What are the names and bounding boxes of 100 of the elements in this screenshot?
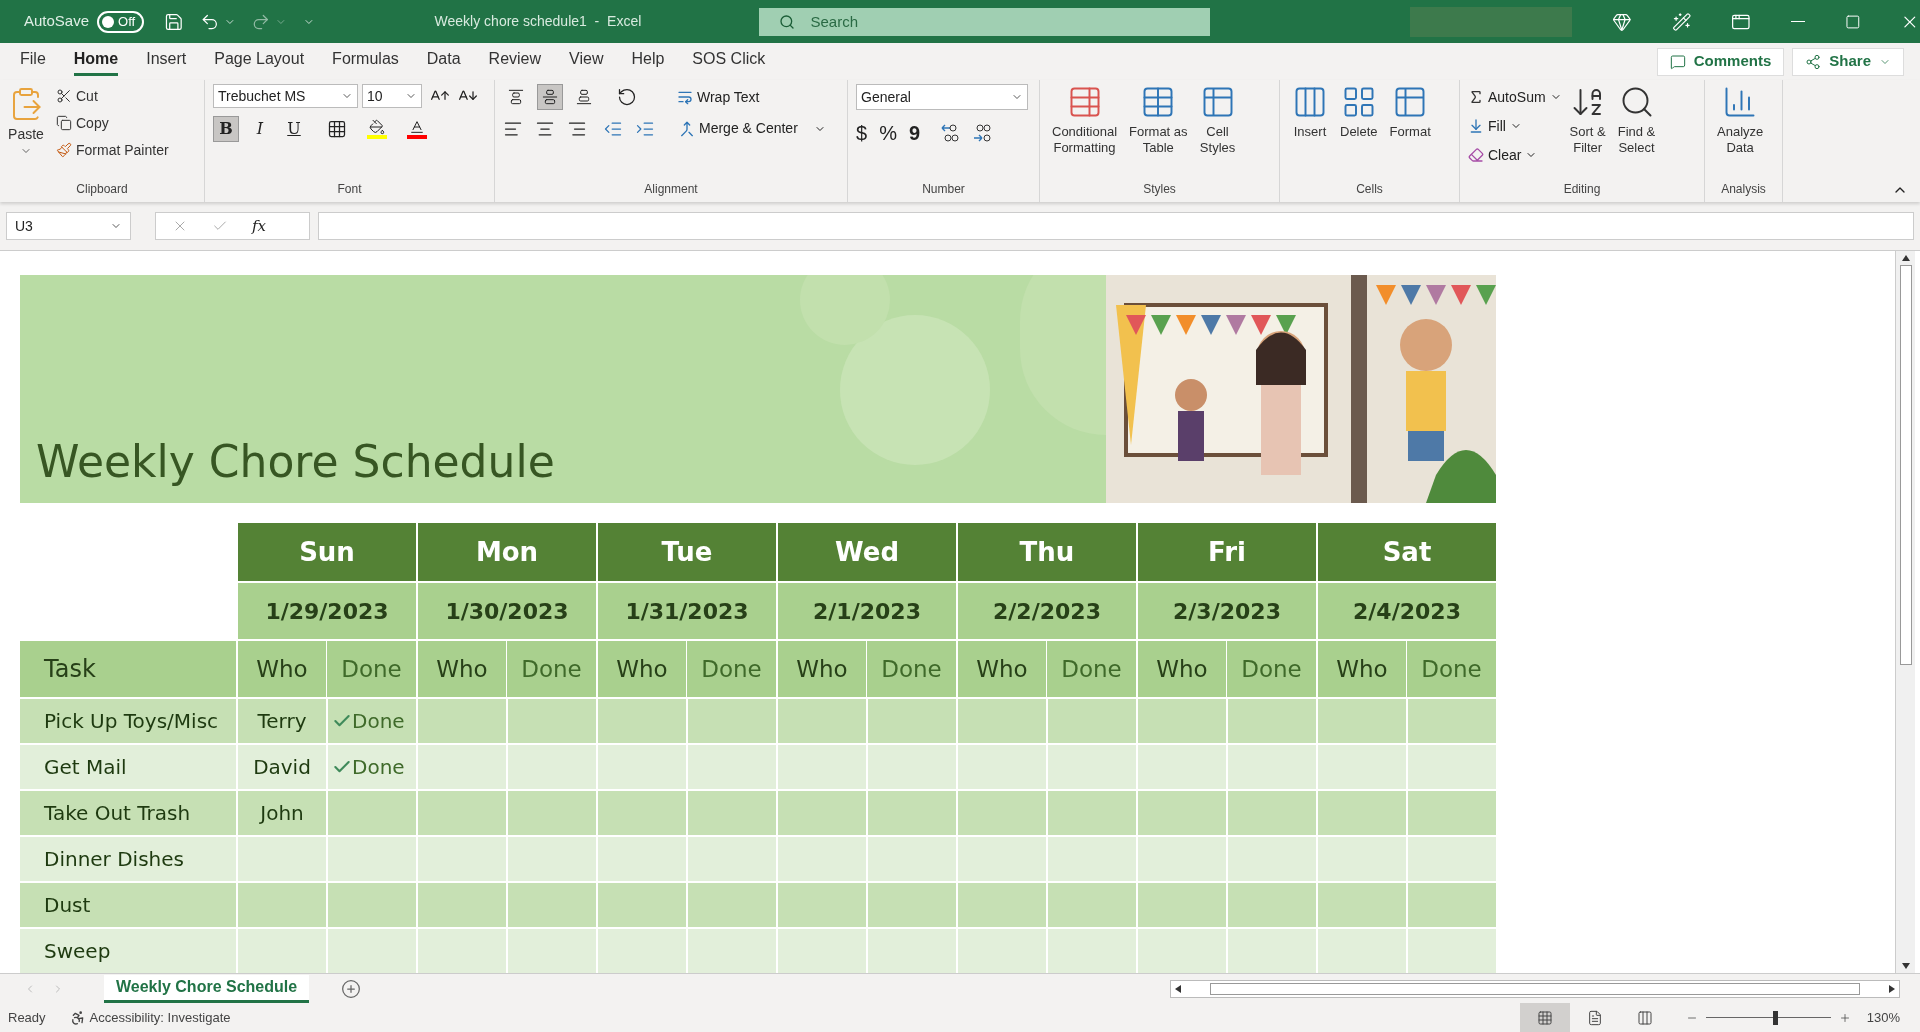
scroll-left-icon[interactable]	[1175, 984, 1181, 993]
column-header: Who	[776, 639, 866, 697]
task-cell: Sweep	[20, 927, 236, 973]
task-header: Task	[20, 639, 236, 697]
paste-button[interactable]: Paste	[8, 84, 44, 157]
merge-icon	[679, 120, 695, 137]
group-label: Clipboard	[75, 181, 129, 198]
borders-icon	[327, 119, 347, 139]
share-icon	[1805, 53, 1822, 70]
column-header: Done	[1226, 639, 1316, 697]
clipboard-tool[interactable]: Cut	[56, 84, 169, 108]
menu-tab[interactable]: Data	[426, 47, 461, 76]
decimal-decrease-icon	[972, 123, 993, 143]
analyze-data-button[interactable]: Analyze Data	[1713, 84, 1768, 157]
menu-tab[interactable]: Help	[631, 47, 665, 76]
menu-tab[interactable]: SOS Click	[692, 47, 766, 76]
tool-icon	[1468, 118, 1484, 134]
format-toggle[interactable]: I	[247, 116, 273, 142]
editing-tool[interactable]: Clear	[1468, 142, 1562, 168]
zoom-slider[interactable]	[1705, 1010, 1831, 1025]
menu-tab[interactable]: View	[569, 47, 604, 76]
column-header: Done	[1046, 639, 1136, 697]
group-label: Analysis	[1720, 181, 1767, 198]
font-name-field[interactable]: Trebuchet MS	[213, 84, 358, 108]
autosave-toggle[interactable]: Off	[97, 10, 145, 33]
number-format-button[interactable]: $	[856, 118, 868, 148]
merge-center-button[interactable]: Merge & Center	[679, 118, 826, 139]
column-header: Done	[1406, 639, 1496, 697]
scrollbar-thumb[interactable]	[1210, 982, 1860, 995]
column-header: Done	[686, 639, 776, 697]
clipboard-tool[interactable]: Copy	[56, 111, 169, 135]
vertical-align-button[interactable]	[537, 84, 563, 110]
wrap-text-button[interactable]: Wrap Text	[677, 86, 760, 108]
search-field[interactable]: Search	[758, 7, 1211, 36]
font-color-icon	[407, 119, 427, 139]
scrollbar-thumb[interactable]	[1899, 265, 1912, 665]
cells-button[interactable]: Format	[1385, 84, 1435, 141]
format-toggle[interactable]: B	[213, 116, 239, 142]
share-button[interactable]: Share	[1792, 47, 1904, 76]
column-header: Who	[416, 639, 506, 697]
menu-tab[interactable]: Insert	[146, 47, 187, 76]
number-format-button[interactable]: 9	[908, 118, 921, 148]
tool-icon	[1468, 147, 1484, 163]
format-toggle[interactable]: U	[281, 116, 307, 142]
view-button[interactable]	[1519, 1003, 1570, 1032]
done-cell-text: Done	[352, 708, 405, 735]
task-cell: Take Out Trash	[20, 789, 236, 835]
column-header: Who	[236, 639, 326, 697]
editing-tool[interactable]: Fill	[1468, 113, 1562, 139]
styles-button[interactable]: Cell Styles	[1195, 84, 1240, 157]
clipboard-tool[interactable]: Format Painter	[56, 138, 169, 162]
group-label: Number	[921, 181, 966, 198]
menu-tab[interactable]: Home	[73, 47, 119, 76]
sheet-tab[interactable]: Weekly Chore Schedule	[104, 974, 310, 1003]
column-header: Who	[1316, 639, 1406, 697]
comments-button[interactable]: Comments	[1656, 47, 1785, 76]
menu-tab[interactable]: Formulas	[332, 47, 399, 76]
banner-title: Weekly Chore Schedule	[36, 435, 555, 489]
name-box[interactable]: U3	[6, 212, 131, 240]
horizontal-scrollbar[interactable]	[1170, 979, 1900, 998]
cells-button[interactable]: Delete	[1336, 84, 1382, 141]
task-cell: Dust	[20, 881, 236, 927]
font-size-field[interactable]: 10	[362, 84, 422, 108]
status-ready: Ready	[8, 1008, 46, 1027]
accessibility-button[interactable]: Accessibility: Investigate	[69, 1007, 231, 1028]
number-format-button[interactable]: %	[879, 118, 897, 148]
column-header: Done	[506, 639, 596, 697]
menu-tab[interactable]: Page Layout	[214, 47, 305, 76]
tool-icon	[1468, 89, 1484, 105]
editing-button[interactable]: Sort & Filter	[1565, 84, 1610, 157]
day-header: Sat	[1316, 523, 1496, 581]
menu-tab[interactable]: Review	[488, 47, 542, 76]
view-icon	[1586, 1009, 1603, 1026]
align-icon	[508, 89, 524, 105]
day-header: Wed	[776, 523, 956, 581]
menu-tab[interactable]: File	[20, 47, 46, 76]
cells-button[interactable]: Insert	[1288, 84, 1332, 141]
date-header: 1/31/2023	[596, 581, 776, 639]
align-icon	[576, 89, 592, 105]
column-header: Who	[1136, 639, 1226, 697]
styles-button[interactable]: Format as Table	[1125, 84, 1192, 157]
who-cell-text: John	[260, 800, 304, 827]
diamond-icon	[1612, 11, 1632, 32]
tool-icon	[56, 115, 72, 131]
editing-tool[interactable]: AutoSum	[1468, 84, 1562, 110]
group-label: Styles	[1142, 181, 1177, 198]
date-header: 2/4/2023	[1316, 581, 1496, 639]
column-header: Who	[596, 639, 686, 697]
date-header: 1/30/2023	[416, 581, 596, 639]
number-format-field[interactable]: General	[856, 84, 1028, 110]
styles-button[interactable]: Conditional Formatting	[1048, 84, 1122, 157]
scroll-right-icon[interactable]	[1889, 984, 1895, 993]
date-header: 2/2/2023	[956, 581, 1136, 639]
editing-button[interactable]: Find & Select	[1613, 84, 1660, 157]
vertical-scrollbar[interactable]	[1895, 251, 1915, 973]
who-cell-text: David	[253, 754, 311, 781]
column-header: Done	[326, 639, 416, 697]
formula-input[interactable]	[318, 212, 1914, 240]
function-button[interactable]: fx	[252, 214, 266, 238]
day-header: Thu	[956, 523, 1136, 581]
